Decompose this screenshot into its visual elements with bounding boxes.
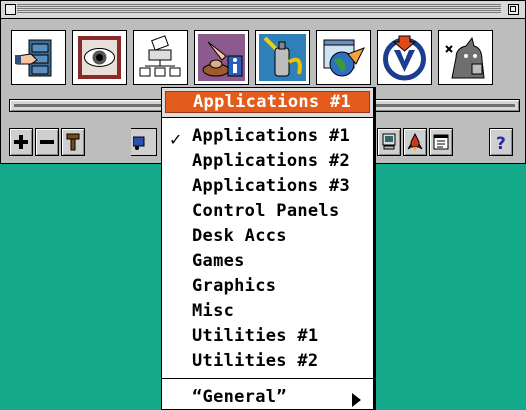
checkmark-icon: ✓: [169, 130, 183, 149]
svg-text:?: ?: [496, 134, 506, 151]
add-button[interactable]: [9, 128, 33, 156]
help-icon: ?: [496, 134, 506, 151]
remove-button[interactable]: [35, 128, 59, 156]
truck-icon: [133, 136, 145, 150]
title-bar-stripes: [17, 4, 501, 14]
computer-icon: [382, 133, 396, 150]
selected-group-label: Applications #1: [193, 92, 352, 112]
rocket-button[interactable]: [403, 128, 427, 156]
globe-window-icon: [323, 39, 366, 77]
menu-item-control-panels[interactable]: Control Panels: [192, 199, 340, 224]
menu-item-misc[interactable]: Misc: [192, 299, 234, 324]
zoom-box[interactable]: [508, 4, 519, 15]
menu-item-applications-2[interactable]: Applications #2: [192, 149, 350, 174]
menu-item-utilities-1[interactable]: Utilities #1: [192, 324, 318, 349]
truck-button[interactable]: [131, 128, 157, 156]
menu-item-graphics[interactable]: Graphics: [192, 274, 276, 299]
close-box[interactable]: [5, 4, 16, 15]
menu-separator: [162, 378, 373, 379]
menu-item-games[interactable]: Games: [192, 249, 245, 274]
selected-group-button[interactable]: Applications #1: [165, 91, 370, 113]
computer-button[interactable]: [377, 128, 401, 156]
menu-item-desk-accs[interactable]: Desk Accs: [192, 224, 287, 249]
app-tile-7[interactable]: [377, 30, 432, 85]
cat-gear-icon: [445, 36, 485, 79]
app-tile-2[interactable]: [72, 30, 127, 85]
minus-icon: [40, 140, 54, 144]
app-tile-5[interactable]: [255, 30, 310, 85]
v-download-icon: [383, 35, 426, 81]
menu-item-applications-1[interactable]: Applications #1: [192, 124, 350, 149]
spray-can-icon: [259, 34, 306, 81]
app-tile-1[interactable]: [11, 30, 66, 85]
window-list-button[interactable]: [429, 128, 453, 156]
menu-item-utilities-2[interactable]: Utilities #2: [192, 349, 318, 374]
app-tile-3[interactable]: [133, 30, 188, 85]
group-popup-menu: Applications #1 ✓ Applications #1 Applic…: [161, 87, 374, 410]
network-scanner-icon: [139, 35, 181, 77]
file-cabinet-icon: [15, 39, 52, 77]
menu-item-applications-3[interactable]: Applications #3: [192, 174, 350, 199]
menu-header: Applications #1: [162, 88, 373, 118]
bowl-info-icon: [198, 34, 245, 81]
rocket-icon: [407, 133, 423, 151]
window-list-icon: [433, 134, 449, 150]
app-tile-6[interactable]: [316, 30, 371, 85]
menu-item-general[interactable]: “General”: [192, 385, 287, 410]
eye-icon: [78, 36, 121, 79]
title-bar[interactable]: [1, 1, 525, 19]
hammer-icon: [66, 133, 80, 151]
help-button[interactable]: ?: [489, 128, 513, 156]
app-tile-8[interactable]: [438, 30, 493, 85]
submenu-arrow-icon: [352, 393, 361, 407]
hammer-button[interactable]: [61, 128, 85, 156]
plus-icon: [14, 135, 28, 149]
app-tile-4[interactable]: [194, 30, 249, 85]
